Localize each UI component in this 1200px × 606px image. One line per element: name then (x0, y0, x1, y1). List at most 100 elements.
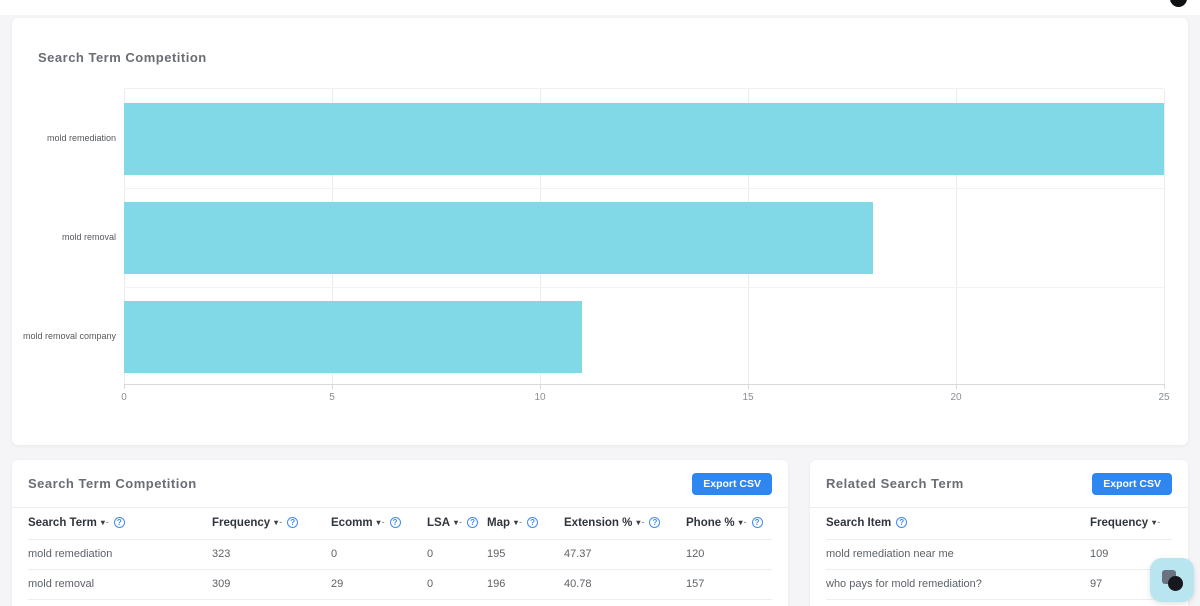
column-header-search-item[interactable]: Search Item? (826, 508, 1090, 540)
table-cell: mold remediation near me (826, 539, 1090, 570)
table-cell: 309 (212, 569, 331, 600)
x-axis-tick-label: 15 (742, 392, 754, 403)
sort-caret-icon[interactable]: ▾ (514, 518, 518, 527)
table-cell: 0 (427, 539, 487, 570)
table-row: mold remediation near me 109 (826, 539, 1172, 570)
table-row: who pays for mold remediation? 97 (826, 569, 1172, 600)
table-cell: 195 (487, 599, 564, 606)
chart-gridline (124, 287, 1164, 288)
sort-dash-icon: - (459, 517, 463, 527)
related-table-title: Related Search Term (826, 476, 964, 491)
help-icon[interactable]: ? (287, 517, 299, 528)
export-csv-button[interactable]: Export CSV (692, 472, 772, 495)
help-icon[interactable]: ? (896, 517, 908, 528)
sort-dash-icon: - (1157, 517, 1161, 527)
table-cell: 29 (331, 569, 427, 600)
table-cell: 195 (487, 539, 564, 570)
x-axis-tick-label: 5 (329, 392, 335, 403)
competition-table: Search Term ▾-? Frequency ▾-? Ecomm ▾-? LSA ▾-?… (28, 508, 772, 606)
copy-icon-dot (1168, 576, 1183, 591)
x-axis-tick-label: 20 (950, 392, 962, 403)
column-header-search-term[interactable]: Search Term ▾-? (28, 508, 212, 540)
table-cell: mold remediation (28, 539, 212, 570)
chart-tick (748, 384, 749, 389)
table-cell: 99 (212, 599, 331, 606)
table-cell: 41 (686, 599, 772, 606)
page-background: Search Term Competition 0 5 10 15 20 25 mold r… (0, 0, 1200, 606)
table-header-row: Search Item? Frequency ▾- (826, 508, 1172, 540)
y-axis-category-label: mold removal (61, 231, 116, 242)
column-header-label: Frequency (212, 517, 271, 529)
table-row: mold removal95 (826, 599, 1172, 606)
sort-dash-icon: - (279, 517, 283, 527)
table-cell: mold removal company (28, 599, 212, 606)
bar-mold-removal-company[interactable] (124, 300, 582, 373)
chart-tick (124, 384, 125, 389)
column-header-label: Search Term (28, 517, 97, 529)
bar-chart-plot (124, 88, 1165, 389)
column-header-label: LSA (427, 517, 450, 529)
chart-tick (332, 384, 333, 389)
sort-caret-icon[interactable]: ▾ (454, 518, 458, 527)
column-header-frequency[interactable]: Frequency ▾- (1090, 508, 1172, 540)
bar-mold-removal[interactable] (124, 201, 873, 274)
chart-tick (1164, 384, 1165, 389)
table-cell: mold removal (826, 599, 1090, 606)
table-cell: 323 (212, 539, 331, 570)
sort-caret-icon[interactable]: ▾ (101, 518, 105, 527)
chart-tick (956, 384, 957, 389)
help-icon[interactable]: ? (649, 517, 661, 528)
top-header-bar (0, 0, 1200, 15)
chart-gridline (124, 188, 1164, 189)
column-header-label: Frequency (1090, 517, 1149, 529)
floating-widget-button[interactable] (1150, 558, 1194, 602)
column-header-lsa[interactable]: LSA ▾-? (427, 508, 487, 540)
sort-dash-icon: - (381, 517, 385, 527)
column-header-label: Extension % (564, 517, 633, 529)
chart-title: Search Term Competition (38, 50, 207, 65)
sort-dash-icon: - (519, 517, 523, 527)
help-icon[interactable]: ? (389, 517, 401, 528)
sort-caret-icon[interactable]: ▾ (274, 518, 278, 527)
help-icon[interactable]: ? (751, 517, 763, 528)
export-csv-button[interactable]: Export CSV (1092, 472, 1172, 495)
help-icon[interactable]: ? (113, 517, 125, 528)
sort-caret-icon[interactable]: ▾ (739, 518, 743, 527)
table-cell: 0 (331, 599, 427, 606)
chart-gridline (1164, 89, 1165, 384)
sort-caret-icon[interactable]: ▾ (377, 518, 381, 527)
column-header-label: Ecomm (331, 517, 373, 529)
x-axis-tick-label: 0 (121, 392, 127, 403)
table-cell: mold removal (28, 569, 212, 600)
chart-tick (540, 384, 541, 389)
column-header-frequency[interactable]: Frequency ▾-? (212, 508, 331, 540)
table-cell: 196 (487, 569, 564, 600)
y-axis-category-label: mold remediation (46, 132, 116, 143)
table-cell: 70.5 (564, 599, 686, 606)
sort-dash-icon: - (743, 517, 747, 527)
y-axis-category-label: mold removal company (22, 330, 116, 341)
table-row: mold remediation 323 0 0 195 47.37 120 (28, 539, 772, 570)
table-header-row: Search Term ▾-? Frequency ▾-? Ecomm ▾-? LSA ▾-?… (28, 508, 772, 540)
table-cell: 47.37 (564, 539, 686, 570)
table-cell: 0 (331, 539, 427, 570)
x-axis-tick-label: 25 (1158, 392, 1170, 403)
related-table-card: Related Search Term Export CSV Search It… (810, 460, 1188, 606)
column-header-ecomm[interactable]: Ecomm ▾-? (331, 508, 427, 540)
table-cell: 40.78 (564, 569, 686, 600)
related-table: Search Item? Frequency ▾- mold remediation … (826, 508, 1172, 606)
help-icon[interactable]: ? (467, 517, 479, 528)
x-axis-tick-label: 10 (534, 392, 546, 403)
column-header-extension-[interactable]: Extension % ▾-? (564, 508, 686, 540)
bar-mold-remediation[interactable] (124, 102, 1164, 175)
competition-table-card: Search Term Competition Export CSV Searc… (12, 460, 788, 606)
help-icon[interactable]: ? (527, 517, 539, 528)
column-header-phone-[interactable]: Phone % ▾-? (686, 508, 772, 540)
competition-table-header: Search Term Competition Export CSV (12, 460, 788, 508)
column-header-map[interactable]: Map ▾-? (487, 508, 564, 540)
column-header-label: Phone % (686, 517, 735, 529)
table-row: mold removal 309 29 0 196 40.78 157 (28, 569, 772, 600)
sort-caret-icon[interactable]: ▾ (636, 518, 640, 527)
sort-dash-icon: - (105, 517, 109, 527)
sort-caret-icon[interactable]: ▾ (1152, 518, 1156, 527)
